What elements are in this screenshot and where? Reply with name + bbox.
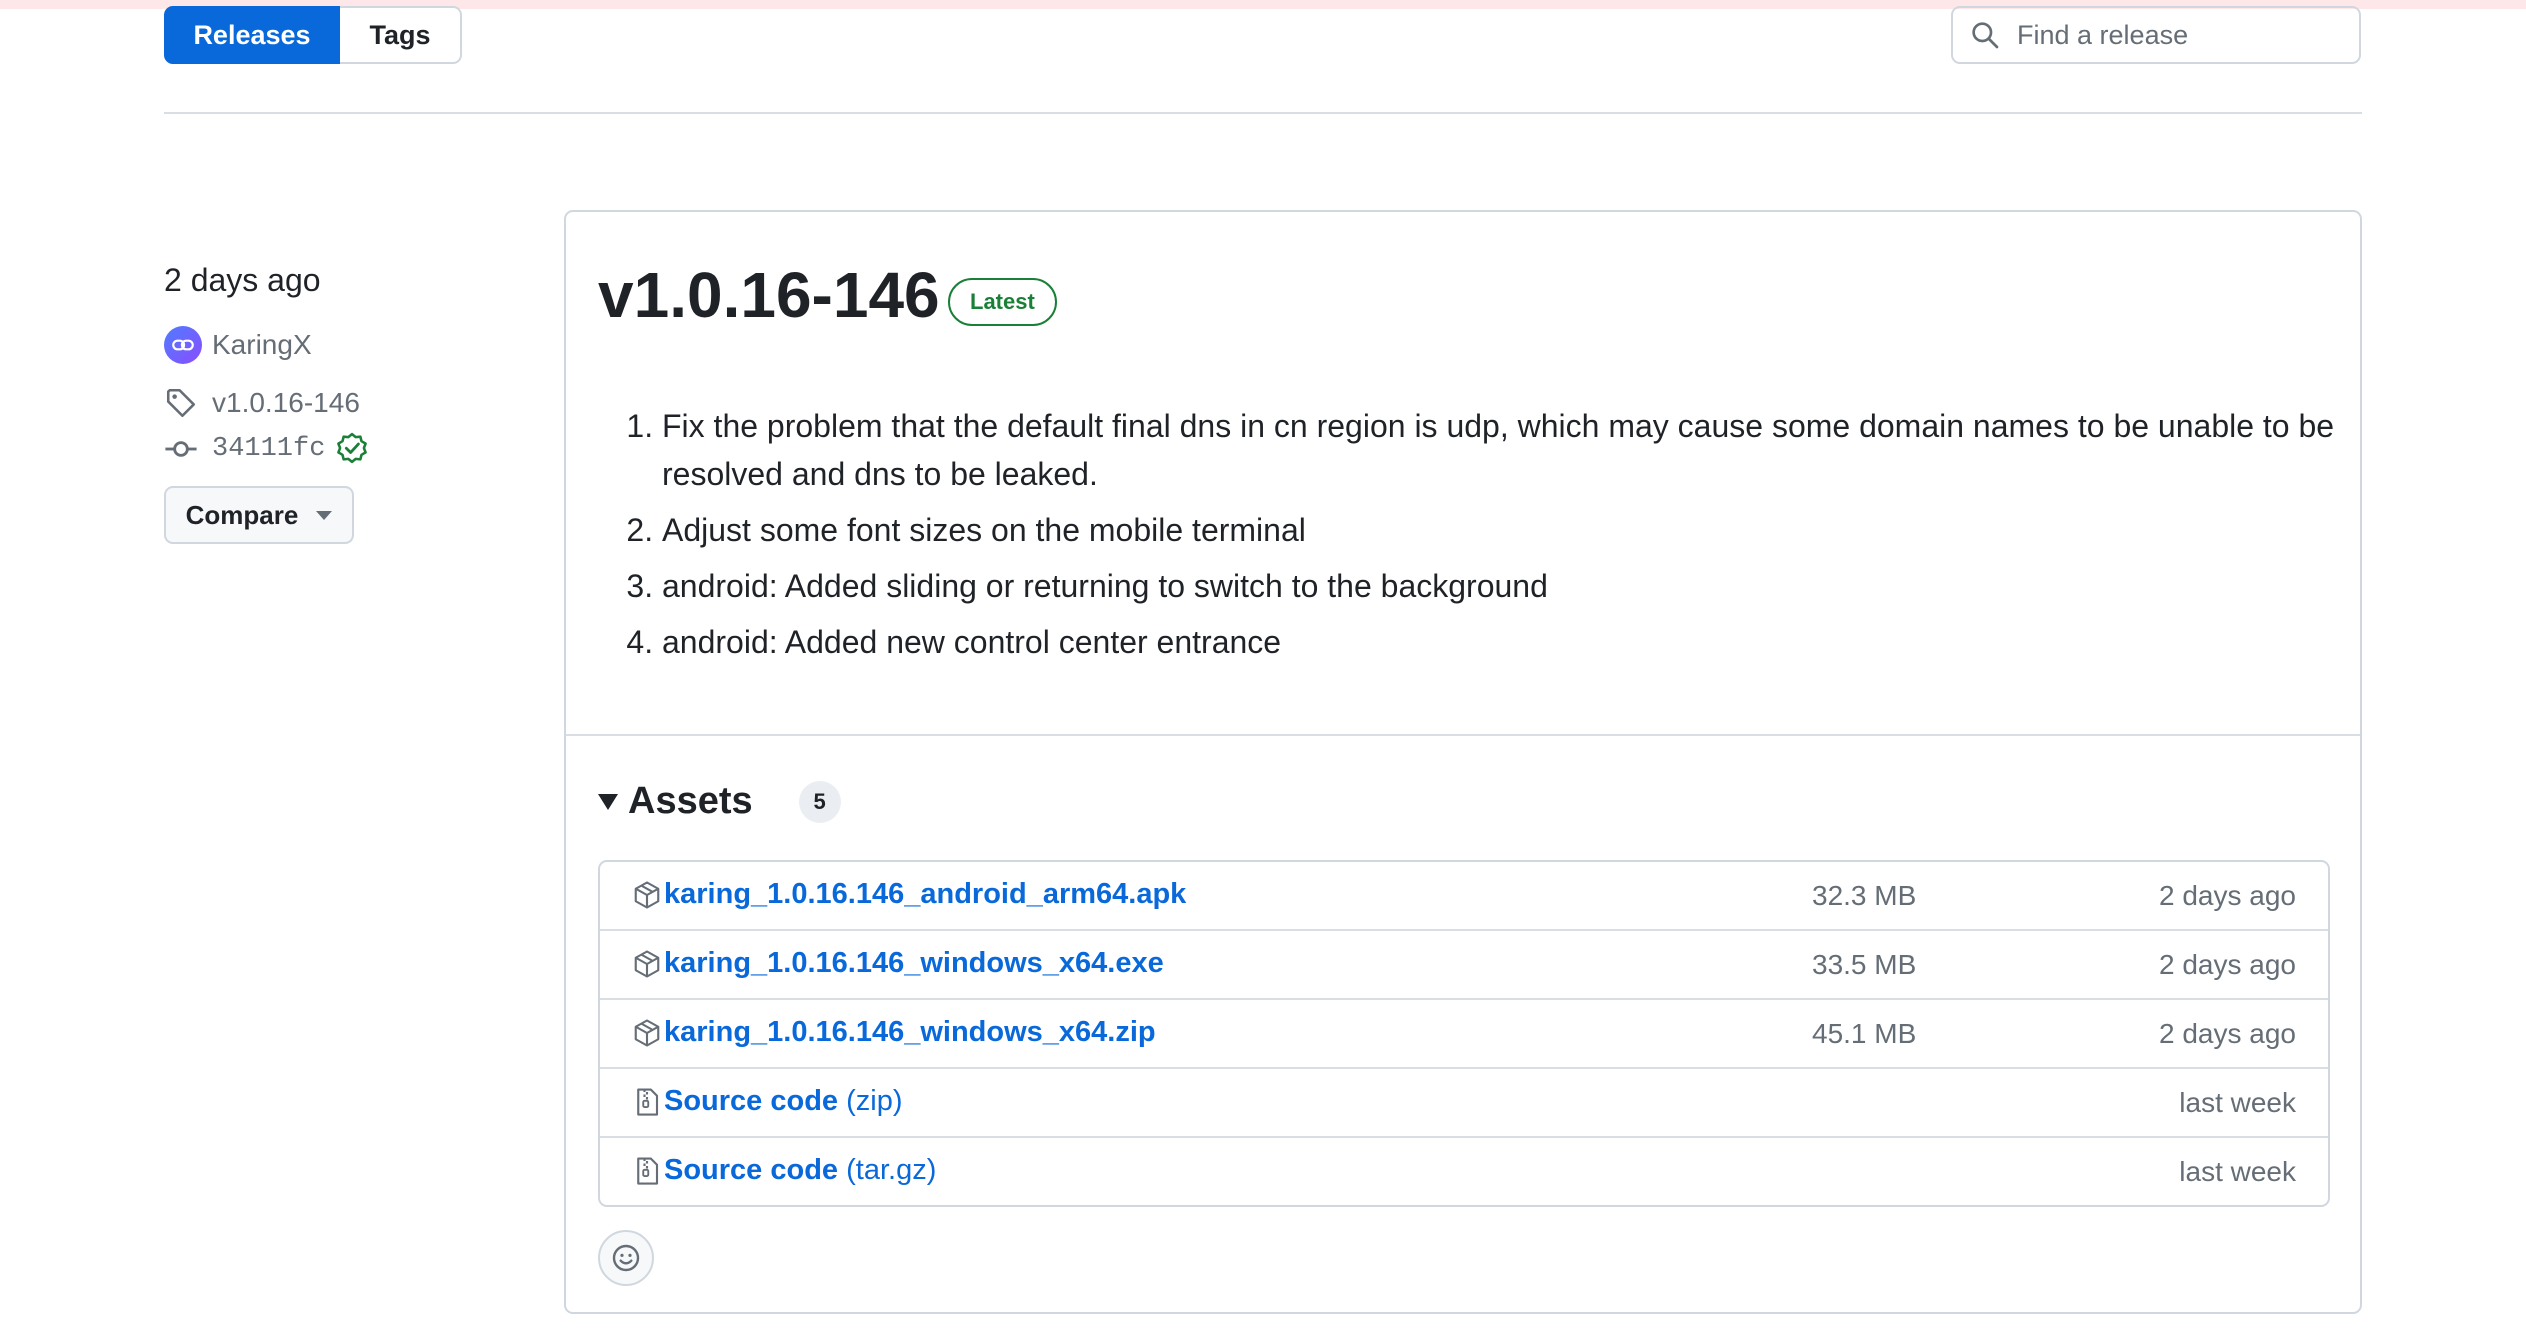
file-zip-icon bbox=[637, 1088, 659, 1116]
source-code-zip-link[interactable]: Source code (zip) bbox=[664, 1085, 903, 1118]
asset-date: 2 days ago bbox=[2159, 949, 2296, 980]
asset-name: Source code bbox=[664, 1085, 839, 1117]
chevron-down-icon bbox=[316, 510, 333, 520]
tab-tags[interactable]: Tags bbox=[340, 6, 462, 64]
tab-releases[interactable]: Releases bbox=[164, 6, 340, 64]
asset-row: karing_1.0.16.146_windows_x64.exe 33.5 M… bbox=[600, 931, 2328, 1000]
asset-link[interactable]: karing_1.0.16.146_windows_x64.zip bbox=[664, 1016, 1156, 1049]
compare-button[interactable]: Compare bbox=[164, 486, 354, 544]
release-tag[interactable]: v1.0.16-146 bbox=[164, 386, 360, 420]
asset-name: karing_1.0.16.146_windows_x64.zip bbox=[664, 1016, 1156, 1048]
release-commit[interactable]: 34111fc bbox=[164, 432, 369, 466]
author-name[interactable]: KaringX bbox=[212, 329, 312, 361]
tag-name[interactable]: v1.0.16-146 bbox=[212, 387, 360, 419]
smiley-icon bbox=[612, 1244, 640, 1272]
asset-row: karing_1.0.16.146_android_arm64.apk 32.3… bbox=[600, 862, 2328, 931]
asset-ext: (zip) bbox=[846, 1085, 903, 1117]
package-icon bbox=[634, 881, 660, 909]
assets-title: Assets bbox=[628, 780, 753, 822]
package-icon bbox=[634, 1019, 660, 1047]
assets-count-badge: 5 bbox=[798, 780, 841, 823]
asset-row: Source code (zip) last week bbox=[600, 1069, 2328, 1138]
asset-date: 2 days ago bbox=[2159, 880, 2296, 911]
card-divider bbox=[566, 734, 2360, 736]
latest-badge: Latest bbox=[948, 278, 1057, 326]
asset-date: last week bbox=[2179, 1087, 2296, 1118]
file-zip-icon bbox=[637, 1157, 659, 1185]
asset-row: Source code (tar.gz) last week bbox=[600, 1138, 2328, 1205]
header-divider bbox=[164, 112, 2362, 114]
note-item: Fix the problem that the default final d… bbox=[662, 402, 2338, 498]
asset-link[interactable]: karing_1.0.16.146_android_arm64.apk bbox=[664, 878, 1186, 911]
asset-date: 2 days ago bbox=[2159, 1018, 2296, 1049]
git-commit-icon bbox=[165, 441, 197, 457]
avatar bbox=[164, 326, 202, 364]
compare-label: Compare bbox=[185, 499, 299, 530]
note-item: Adjust some font sizes on the mobile ter… bbox=[662, 506, 2338, 554]
asset-ext: (tar.gz) bbox=[846, 1154, 937, 1186]
release-title[interactable]: v1.0.16-146 bbox=[598, 258, 940, 332]
releases-subnav: Releases Tags bbox=[164, 6, 462, 64]
source-code-targz-link[interactable]: Source code (tar.gz) bbox=[664, 1154, 936, 1187]
asset-name: karing_1.0.16.146_android_arm64.apk bbox=[664, 878, 1187, 910]
asset-size: 32.3 MB bbox=[1812, 880, 1917, 911]
assets-toggle[interactable]: Assets 5 bbox=[598, 780, 841, 823]
link-icon bbox=[172, 339, 194, 351]
tag-icon bbox=[166, 388, 196, 418]
add-reaction-button[interactable] bbox=[598, 1230, 654, 1286]
package-icon bbox=[634, 950, 660, 978]
search-icon bbox=[1972, 22, 1999, 49]
note-item: android: Added new control center entran… bbox=[662, 618, 2338, 666]
commit-sha[interactable]: 34111fc bbox=[212, 434, 325, 464]
find-release-search bbox=[1951, 6, 2361, 64]
release-date: 2 days ago bbox=[164, 262, 321, 298]
release-card: v1.0.16-146 Latest Fix the problem that … bbox=[564, 210, 2362, 1314]
asset-row: karing_1.0.16.146_windows_x64.zip 45.1 M… bbox=[600, 1000, 2328, 1069]
search-input[interactable] bbox=[2015, 18, 2349, 52]
asset-size: 33.5 MB bbox=[1812, 949, 1917, 980]
assets-list: karing_1.0.16.146_android_arm64.apk 32.3… bbox=[598, 860, 2330, 1207]
note-item: android: Added sliding or returning to s… bbox=[662, 562, 2338, 610]
release-notes: Fix the problem that the default final d… bbox=[598, 402, 2338, 674]
asset-link[interactable]: karing_1.0.16.146_windows_x64.exe bbox=[664, 947, 1164, 980]
verified-icon[interactable] bbox=[335, 432, 369, 466]
asset-size: 45.1 MB bbox=[1812, 1018, 1917, 1049]
asset-name: Source code bbox=[664, 1154, 839, 1186]
release-author[interactable]: KaringX bbox=[164, 326, 312, 364]
triangle-down-icon bbox=[598, 793, 618, 810]
asset-name: karing_1.0.16.146_windows_x64.exe bbox=[664, 947, 1164, 979]
asset-date: last week bbox=[2179, 1156, 2296, 1187]
